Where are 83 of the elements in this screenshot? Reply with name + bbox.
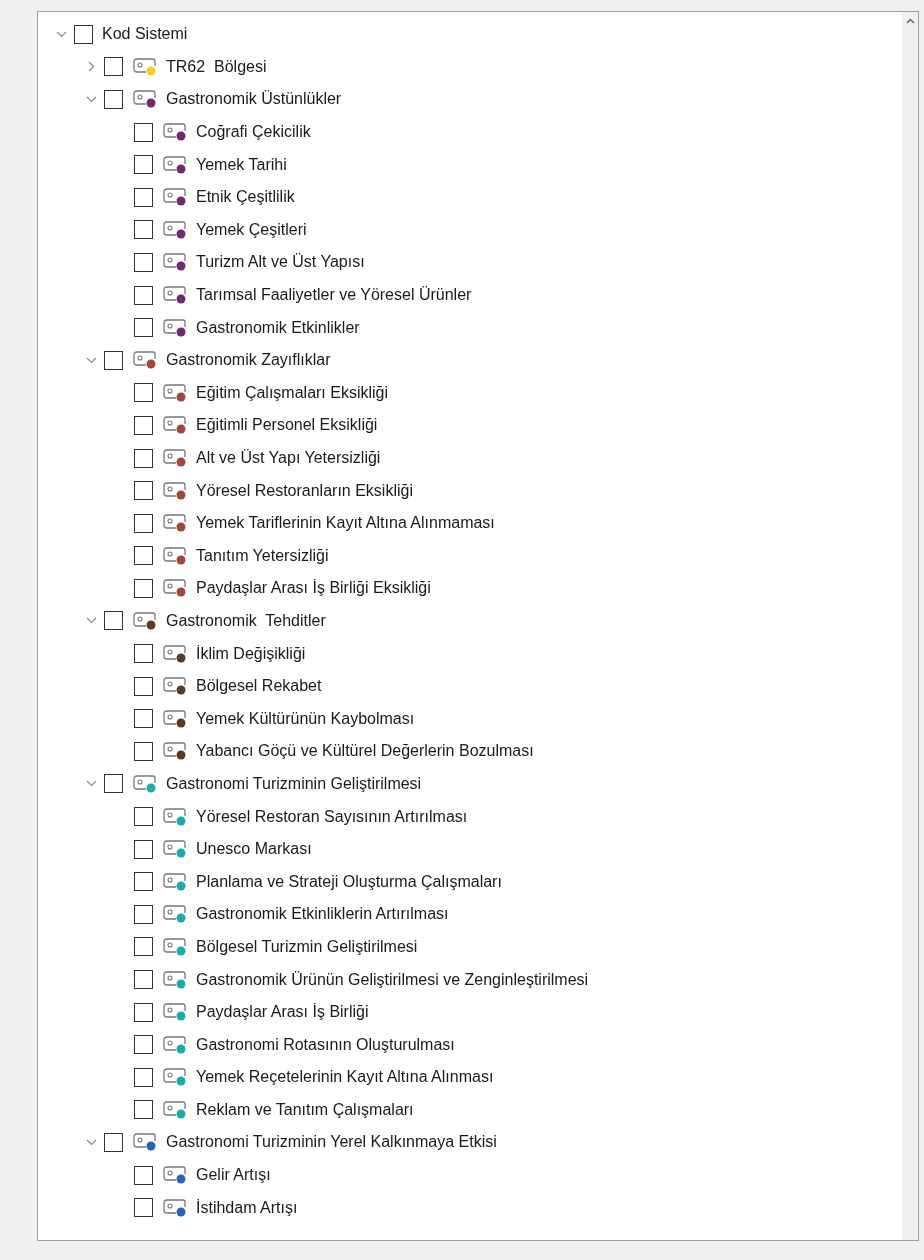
checkbox[interactable] bbox=[134, 741, 153, 761]
tree-item-label[interactable]: Yemek Reçetelerinin Kayıt Altına Alınması bbox=[196, 1065, 494, 1090]
tree-item-label[interactable]: Eğitimli Personel Eksikliği bbox=[196, 413, 378, 438]
checkbox[interactable] bbox=[134, 383, 153, 403]
checkbox[interactable] bbox=[134, 904, 153, 924]
checkbox[interactable] bbox=[134, 644, 153, 664]
checkbox[interactable] bbox=[134, 839, 153, 859]
checkbox[interactable] bbox=[134, 1198, 153, 1218]
tree-item-label[interactable]: Gastronomi Rotasının Oluşturulması bbox=[196, 1032, 455, 1057]
tree-item-label[interactable]: Gastronomi Turizminin Yerel Kalkınmaya Etkisi bbox=[166, 1130, 497, 1155]
checkbox[interactable] bbox=[104, 90, 123, 109]
checkbox[interactable] bbox=[134, 285, 153, 305]
tree-item-label[interactable]: İklim Değişikliği bbox=[196, 641, 306, 666]
checkbox[interactable] bbox=[104, 350, 123, 370]
tree-item-label[interactable]: İstihdam Artışı bbox=[196, 1195, 298, 1220]
checkbox[interactable] bbox=[134, 807, 153, 827]
tree-item-label[interactable]: Coğrafi Çekicilik bbox=[196, 120, 311, 145]
tree-item-label[interactable]: Reklam ve Tanıtım Çalışmaları bbox=[196, 1097, 414, 1122]
checkbox[interactable] bbox=[134, 970, 153, 989]
tree-item-label[interactable]: Alt ve Üst Yapı Yetersizliği bbox=[196, 446, 381, 470]
checkbox[interactable] bbox=[134, 546, 153, 566]
checkbox[interactable] bbox=[134, 318, 153, 338]
checkbox[interactable] bbox=[134, 481, 153, 501]
tree-item-label[interactable]: Unesco Markası bbox=[196, 837, 312, 862]
tree-item-label[interactable]: Gastronomik Ürünün Geliştirilmesi ve Zenginleştirilmesi bbox=[196, 967, 589, 992]
tree-item-label[interactable]: Yabancı Göçü ve Kültürel Değerlerin Bozulması bbox=[196, 739, 534, 764]
tree-item-label[interactable]: Gastronomik Etkinliklerin Artırılması bbox=[196, 902, 449, 927]
tree-item-label[interactable]: Kod Sistemi bbox=[102, 22, 188, 47]
tree-item-label[interactable]: Paydaşlar Arası İş Birliği bbox=[196, 1000, 369, 1025]
checkbox[interactable] bbox=[134, 578, 153, 598]
checkbox[interactable] bbox=[134, 220, 153, 240]
checkbox[interactable] bbox=[134, 1165, 153, 1185]
tree-item-label[interactable]: Gelir Artışı bbox=[196, 1163, 271, 1188]
scrollbar[interactable] bbox=[902, 12, 918, 1240]
tree-item-label[interactable]: Yemek Çeşitleri bbox=[196, 217, 307, 242]
collapse-chevron-icon[interactable] bbox=[87, 61, 95, 73]
tree-item-label[interactable]: Yöresel Restoranların Eksikliği bbox=[196, 478, 413, 503]
checkbox[interactable] bbox=[134, 252, 153, 272]
checkbox[interactable] bbox=[104, 611, 123, 631]
expand-chevron-icon[interactable] bbox=[85, 617, 97, 625]
checkbox[interactable] bbox=[134, 122, 153, 142]
checkbox[interactable] bbox=[134, 1002, 153, 1022]
checkbox[interactable] bbox=[134, 937, 153, 957]
checkbox[interactable] bbox=[134, 709, 153, 729]
scroll-up-icon[interactable] bbox=[905, 18, 915, 24]
tree-item-label[interactable]: Eğitim Çalışmaları Eksikliği bbox=[196, 380, 389, 405]
checkbox[interactable] bbox=[134, 676, 153, 696]
tree-item-label[interactable]: Gastronomi Turizminin Geliştirilmesi bbox=[166, 771, 422, 796]
tree-item-label[interactable]: Gastronomik Etkinlikler bbox=[196, 315, 360, 340]
expand-chevron-icon[interactable] bbox=[85, 356, 97, 364]
tree-item-label[interactable]: Yemek Tarihi bbox=[196, 152, 287, 177]
checkbox[interactable] bbox=[134, 1100, 153, 1120]
tree-item-label[interactable]: Gastronomik Tehditler bbox=[166, 609, 326, 633]
tree-item-label[interactable]: Gastronomik Zayıflıklar bbox=[166, 348, 331, 373]
checkbox[interactable] bbox=[74, 24, 93, 44]
tree-item-label[interactable]: TR62 Bölgesi bbox=[166, 54, 267, 79]
checkbox[interactable] bbox=[134, 448, 153, 468]
tree-item-label[interactable]: Tanıtım Yetersizliği bbox=[196, 543, 329, 568]
checkbox[interactable] bbox=[134, 155, 153, 175]
checkbox[interactable] bbox=[104, 1133, 123, 1152]
tree-item-label[interactable]: Tarımsal Faaliyetler ve Yöresel Ürünler bbox=[196, 283, 472, 308]
checkbox[interactable] bbox=[104, 774, 123, 794]
expand-chevron-icon[interactable] bbox=[85, 1139, 97, 1146]
tree-item-label[interactable]: Turizm Alt ve Üst Yapısı bbox=[196, 250, 365, 275]
tree-item-label[interactable]: Planlama ve Strateji Oluşturma Çalışmaları bbox=[196, 869, 502, 894]
checkbox[interactable] bbox=[134, 1035, 153, 1055]
checkbox[interactable] bbox=[134, 513, 153, 533]
tree-item-label[interactable]: Gastronomik Üstünlükler bbox=[166, 87, 342, 112]
tree-item-label[interactable]: Yemek Tariflerinin Kayıt Altına Alınmaması bbox=[196, 511, 495, 536]
checkbox[interactable] bbox=[104, 57, 123, 77]
tree-item-label[interactable]: Bölgesel Rekabet bbox=[196, 674, 322, 699]
checkbox[interactable] bbox=[134, 1067, 153, 1087]
expand-chevron-icon[interactable] bbox=[85, 96, 97, 103]
tree-item-label[interactable]: Yöresel Restoran Sayısının Artırılması bbox=[196, 804, 468, 829]
checkbox[interactable] bbox=[134, 872, 153, 892]
tree-item-label[interactable]: Etnik Çeşitlilik bbox=[196, 185, 295, 210]
tree-item-label[interactable]: Paydaşlar Arası İş Birliği Eksikliği bbox=[196, 576, 431, 601]
tree-item-label[interactable]: Yemek Kültürünün Kaybolması bbox=[196, 706, 415, 731]
expand-chevron-icon[interactable] bbox=[85, 780, 97, 788]
expand-chevron-icon[interactable] bbox=[55, 30, 67, 38]
checkbox[interactable] bbox=[134, 187, 153, 207]
tree-item-label[interactable]: Bölgesel Turizmin Geliştirilmesi bbox=[196, 934, 418, 959]
checkbox[interactable] bbox=[134, 415, 153, 435]
